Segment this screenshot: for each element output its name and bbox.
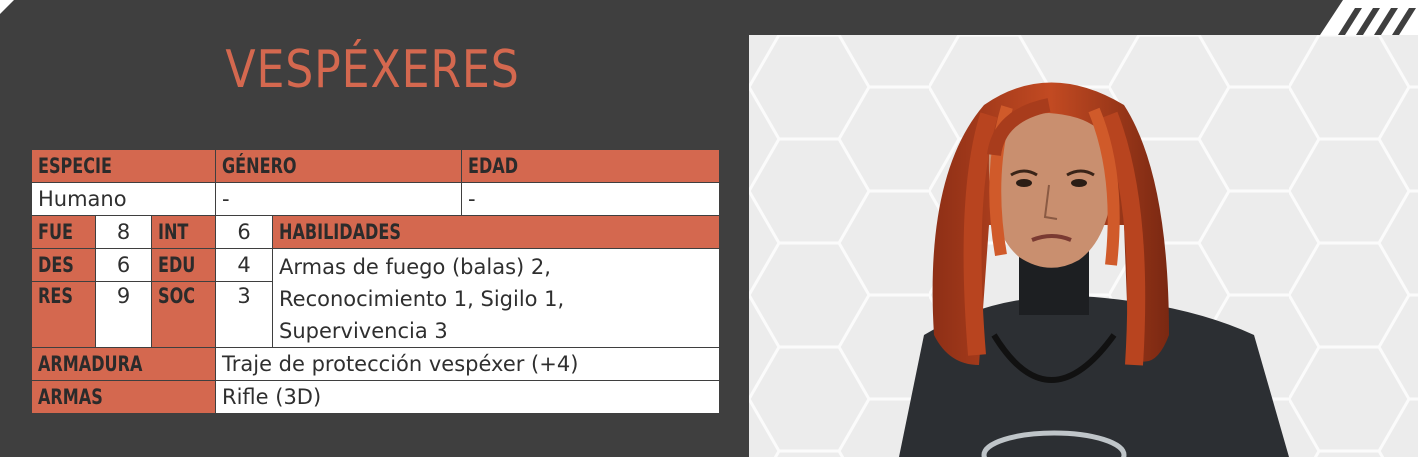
weapons-label: ARMAS xyxy=(31,380,216,414)
soc-value: 3 xyxy=(215,281,273,348)
character-sheet: ESPECIE GÉNERO EDAD Humano - - FUE 8 INT… xyxy=(31,149,720,414)
page-title: VESPÉXERES xyxy=(225,40,520,100)
skills-line-1: Armas de fuego (balas) 2, xyxy=(279,255,551,279)
species-header: ESPECIE xyxy=(31,149,216,183)
res-value: 9 xyxy=(95,281,152,348)
skills-header: HABILIDADES xyxy=(272,215,720,249)
stats-row-1: FUE 8 INT 6 HABILIDADES xyxy=(31,215,720,249)
header-row: ESPECIE GÉNERO EDAD xyxy=(31,149,720,183)
skills-list: Armas de fuego (balas) 2, Reconocimiento… xyxy=(272,248,720,348)
fue-value: 8 xyxy=(95,215,152,249)
armor-label: ARMADURA xyxy=(31,347,216,381)
des-label: DES xyxy=(31,247,96,283)
skills-line-2: Reconocimiento 1, Sigilo 1, xyxy=(279,287,565,311)
species-value: Humano xyxy=(31,182,216,216)
stripe-decoration xyxy=(1320,0,1418,35)
soc-label: SOC xyxy=(151,281,216,348)
armor-row: ARMADURA Traje de protección vespéxer (+… xyxy=(31,347,720,381)
armor-value: Traje de protección vespéxer (+4) xyxy=(215,347,720,381)
age-header: EDAD xyxy=(461,149,720,183)
stats-row-2: DES 6 EDU 4 Armas de fuego (balas) 2, Re… xyxy=(31,247,720,348)
fue-label: FUE xyxy=(31,215,96,249)
edu-label: EDU xyxy=(151,247,216,283)
top-bar xyxy=(0,0,1418,35)
gender-value: - xyxy=(215,182,462,216)
corner-notch xyxy=(0,0,14,14)
skills-line-3: Supervivencia 3 xyxy=(279,319,448,343)
portrait-image xyxy=(749,35,1418,457)
weapons-value: Rifle (3D) xyxy=(215,380,720,414)
age-value: - xyxy=(461,182,720,216)
weapons-row: ARMAS Rifle (3D) xyxy=(31,380,720,414)
res-label: RES xyxy=(31,281,96,348)
int-value: 6 xyxy=(215,215,273,249)
gender-header: GÉNERO xyxy=(215,149,462,183)
int-label: INT xyxy=(151,215,216,249)
values-row: Humano - - xyxy=(31,182,720,216)
edu-value: 4 xyxy=(215,247,273,283)
des-value: 6 xyxy=(95,247,152,283)
character-portrait xyxy=(749,35,1418,457)
